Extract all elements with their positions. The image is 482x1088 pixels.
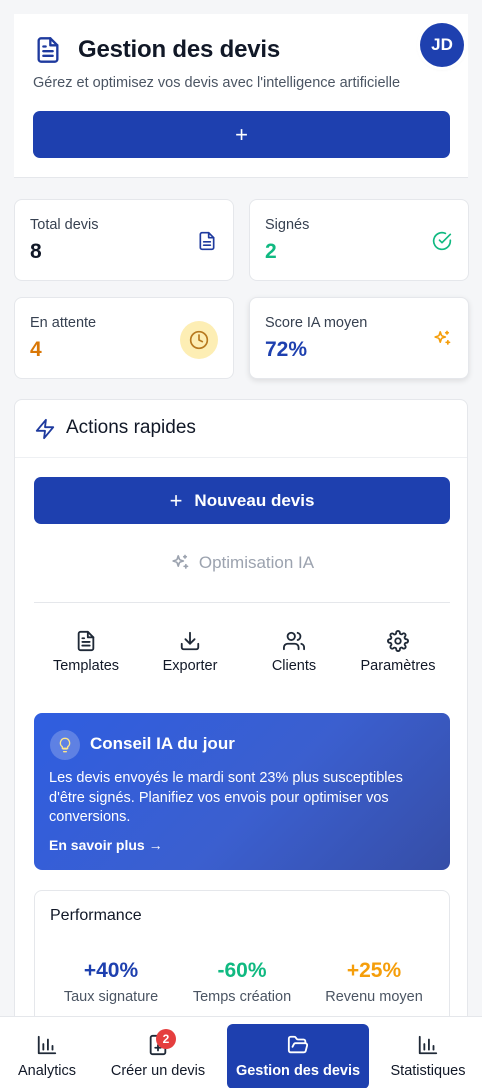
divider — [34, 602, 450, 603]
nav-create-quote[interactable]: Créer un devis 2 — [98, 1017, 218, 1088]
metric-creation-time: -60% Temps création — [173, 959, 311, 1005]
nav-label: Analytics — [17, 1063, 77, 1079]
ai-optimize-button[interactable]: Optimisation IA — [34, 545, 450, 581]
metric-label: Revenu moyen — [325, 989, 423, 1005]
plus-icon: + — [169, 487, 183, 513]
performance-title: Performance — [50, 907, 142, 924]
sparkles-icon — [170, 553, 190, 573]
ai-tip-card: Conseil IA du jour Les devis envoyés le … — [34, 713, 450, 870]
tool-clients[interactable]: Clients — [242, 630, 346, 674]
metric-label: Taux signature — [63, 989, 159, 1005]
ai-optimize-label: Optimisation IA — [198, 553, 315, 572]
tool-row: Templates Exporter Clients Paramètres — [34, 630, 450, 682]
tool-label: Paramètres — [360, 658, 436, 674]
bar-chart-icon — [36, 1034, 58, 1056]
users-icon — [283, 630, 305, 652]
page-header: Gestion des devis Gérez et optimisez vos… — [14, 14, 468, 178]
folder-open-icon — [287, 1034, 309, 1056]
sparkles-icon — [432, 329, 452, 349]
metric-label: Temps création — [192, 989, 292, 1005]
stat-label: Score IA moyen — [265, 315, 368, 331]
learn-more-link[interactable]: En savoir plus → — [49, 837, 163, 853]
nav-statistics[interactable]: Statistiques — [378, 1017, 478, 1088]
metric-average-revenue: +25% Revenu moyen — [305, 959, 443, 1005]
metric-value: -60% — [217, 959, 267, 982]
ai-tip-text: Les devis envoyés le mardi sont 23% plus… — [49, 770, 403, 825]
tool-templates[interactable]: Templates — [34, 630, 138, 674]
stat-label: En attente — [30, 315, 97, 331]
document-icon — [197, 231, 217, 251]
new-quote-button[interactable]: + Nouveau devis — [34, 477, 450, 524]
stat-card-signed: Signés 2 — [249, 199, 469, 281]
page-subtitle: Gérez et optimisez vos devis avec l'inte… — [33, 75, 401, 91]
check-circle-icon — [432, 231, 452, 251]
gear-icon — [387, 630, 409, 652]
stat-label: Signés — [265, 217, 310, 233]
title-row: Gestion des devis — [34, 36, 280, 64]
file-text-icon — [75, 630, 97, 652]
notification-badge: 2 — [156, 1029, 176, 1049]
quick-actions-title: Actions rapides — [66, 417, 196, 438]
nav-label: Gestion des devis — [235, 1063, 361, 1079]
document-icon — [34, 36, 62, 64]
avatar[interactable]: JD — [420, 23, 464, 67]
stat-value: 2 — [265, 240, 277, 263]
tool-export[interactable]: Exporter — [138, 630, 242, 674]
ai-tip-title: Conseil IA du jour — [90, 734, 235, 753]
lightning-icon — [34, 418, 56, 440]
tool-label: Exporter — [162, 658, 218, 674]
stat-value: 8 — [30, 240, 42, 263]
stat-label: Total devis — [30, 217, 99, 233]
add-button[interactable]: + — [33, 111, 450, 158]
metric-signature-rate: +40% Taux signature — [42, 959, 180, 1005]
tool-label: Clients — [271, 658, 317, 674]
nav-analytics[interactable]: Analytics — [0, 1017, 94, 1088]
quick-actions-card: Actions rapides + Nouveau devis Optimisa… — [14, 399, 468, 1088]
stat-value: 72% — [265, 338, 308, 361]
bar-chart-icon — [417, 1034, 439, 1056]
metric-value: +40% — [83, 959, 139, 982]
page-title: Gestion des devis — [78, 36, 281, 63]
download-icon — [179, 630, 201, 652]
nav-label: Créer un devis — [110, 1063, 206, 1079]
lightbulb-icon — [50, 730, 80, 760]
nav-label: Statistiques — [390, 1063, 466, 1079]
nav-quote-management[interactable]: Gestion des devis — [227, 1024, 369, 1088]
quick-actions-header: Actions rapides — [15, 400, 467, 458]
new-quote-label: Nouveau devis — [194, 490, 315, 510]
stat-value: 4 — [30, 338, 42, 361]
tool-label: Templates — [52, 658, 120, 674]
stat-card-total: Total devis 8 — [14, 199, 234, 281]
metric-value: +25% — [346, 959, 402, 982]
stat-card-pending: En attente 4 — [14, 297, 234, 379]
tool-settings[interactable]: Paramètres — [346, 630, 450, 674]
bottom-nav: Analytics Créer un devis 2 Gestion des d… — [0, 1016, 482, 1088]
clock-icon — [180, 321, 218, 359]
stat-card-ai-score: Score IA moyen 72% — [249, 297, 469, 379]
